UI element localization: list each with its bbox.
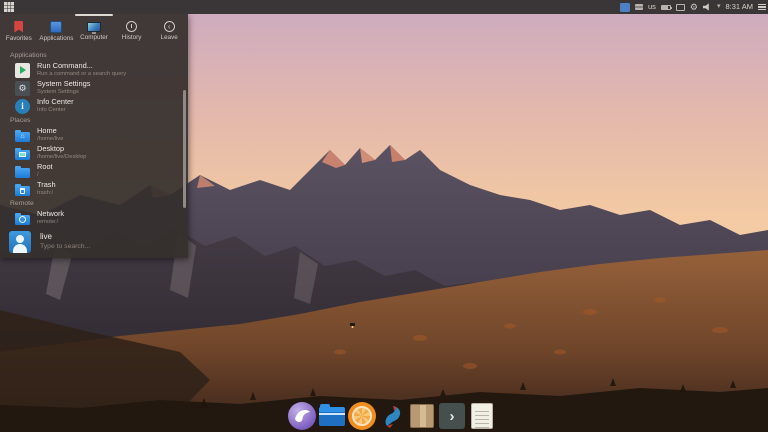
file-manager-icon[interactable] (318, 402, 346, 430)
item-title: Home (37, 127, 63, 136)
folder-glyph (319, 407, 345, 426)
tray-app-icon[interactable] (620, 3, 630, 12)
tab-applications[interactable]: Applications (38, 14, 76, 48)
section-header-places: Places (10, 115, 182, 126)
desktop: us ⚙ ▾ 8:31 AM Favorites Applications Co… (0, 0, 768, 432)
root-folder-icon (15, 168, 30, 178)
terminal-icon[interactable]: › (438, 402, 466, 430)
item-subtitle: /home/live/Desktop (37, 154, 86, 161)
system-tray: us ⚙ ▾ 8:31 AM (620, 0, 766, 14)
falkon-browser-icon[interactable] (288, 402, 316, 430)
leave-back-icon: ‹ (164, 21, 175, 32)
menu-item-desktop[interactable]: Desktop /home/live/Desktop (10, 144, 182, 162)
favorites-bookmark-icon (14, 21, 23, 33)
document-glyph (471, 403, 493, 429)
menu-item-network[interactable]: Network remote:/ (10, 209, 182, 227)
computer-monitor-icon (87, 22, 101, 32)
run-command-icon (15, 63, 30, 78)
orange-media-icon[interactable] (348, 402, 376, 430)
seahorse-glyph (378, 402, 406, 430)
tab-computer[interactable]: Computer (75, 14, 113, 48)
item-subtitle: remote:/ (37, 219, 64, 226)
tab-label: Applications (39, 35, 73, 42)
item-subtitle: System Settings (37, 89, 90, 96)
box-glyph (410, 404, 434, 428)
application-launcher-menu: Favorites Applications Computer History … (0, 14, 188, 258)
item-title: Desktop (37, 145, 86, 154)
user-avatar[interactable] (9, 231, 31, 253)
menu-item-root[interactable]: Root / (10, 162, 182, 180)
item-subtitle: Run a command or a search query (37, 71, 126, 78)
menu-content: Applications Run Command... Run a comman… (0, 48, 188, 227)
item-subtitle: trash:/ (37, 190, 56, 197)
menu-tabbar: Favorites Applications Computer History … (0, 14, 188, 48)
package-box-icon[interactable] (408, 402, 436, 430)
tab-label: History (122, 34, 142, 41)
search-input[interactable]: Type to search... (40, 242, 90, 251)
app-grid-icon (4, 2, 6, 4)
network-folder-icon (15, 215, 30, 225)
tab-label: Leave (161, 34, 178, 41)
menu-user-row: live Type to search... (0, 227, 188, 260)
item-title: Trash (37, 181, 56, 190)
home-folder-icon: ⌂ (15, 132, 30, 142)
display-icon[interactable] (676, 4, 685, 11)
item-subtitle: /home/live (37, 136, 63, 143)
desktop-folder-icon (15, 150, 30, 160)
volume-icon[interactable] (703, 3, 712, 11)
menu-item-trash[interactable]: Trash trash:/ (10, 180, 182, 198)
menu-item-run-command[interactable]: Run Command... Run a command or a search… (10, 61, 182, 79)
battery-icon[interactable] (661, 5, 671, 10)
tab-leave[interactable]: ‹ Leave (150, 14, 188, 48)
selected-tab-indicator (75, 14, 113, 16)
applications-box-icon (50, 21, 62, 33)
text-editor-icon[interactable] (468, 402, 496, 430)
item-title: Info Center (37, 98, 74, 107)
section-header-applications: Applications (10, 50, 182, 61)
tab-label: Favorites (6, 35, 32, 42)
prompt-glyph: › (439, 403, 465, 429)
item-title: Network (37, 210, 64, 219)
blue-app-icon[interactable] (378, 402, 406, 430)
history-clock-icon (126, 21, 137, 32)
item-title: Run Command... (37, 62, 126, 71)
top-panel: us ⚙ ▾ 8:31 AM (0, 0, 768, 14)
user-name: live (40, 232, 90, 242)
tab-history[interactable]: History (113, 14, 151, 48)
tray-expander-caret-icon[interactable]: ▾ (717, 0, 721, 14)
settings-gear-icon[interactable]: ⚙ (690, 0, 698, 14)
info-center-icon: i (15, 99, 30, 114)
clock[interactable]: 8:31 AM (725, 0, 753, 14)
tab-favorites[interactable]: Favorites (0, 14, 38, 48)
menu-item-info-center[interactable]: i Info Center Info Center (10, 97, 182, 115)
keyboard-layout-label[interactable]: us (648, 0, 656, 14)
item-subtitle: / (37, 172, 53, 179)
section-header-remote: Remote (10, 198, 182, 209)
system-settings-icon: ⚙ (15, 81, 30, 96)
menu-item-system-settings[interactable]: ⚙ System Settings System Settings (10, 79, 182, 97)
trash-icon (15, 186, 30, 196)
menu-scrollbar[interactable] (183, 90, 186, 208)
app-launcher-button[interactable] (2, 0, 16, 14)
falcon-glyph (288, 402, 316, 430)
dock: › (288, 402, 496, 430)
tab-label: Computer (80, 34, 108, 41)
keyboard-flag-icon[interactable] (635, 4, 643, 10)
item-subtitle: Info Center (37, 107, 74, 114)
panel-toggle-icon[interactable] (758, 4, 766, 11)
item-title: System Settings (37, 80, 90, 89)
orange-slice-glyph (352, 406, 372, 426)
item-title: Root (37, 163, 53, 172)
menu-item-home[interactable]: ⌂ Home /home/live (10, 126, 182, 144)
